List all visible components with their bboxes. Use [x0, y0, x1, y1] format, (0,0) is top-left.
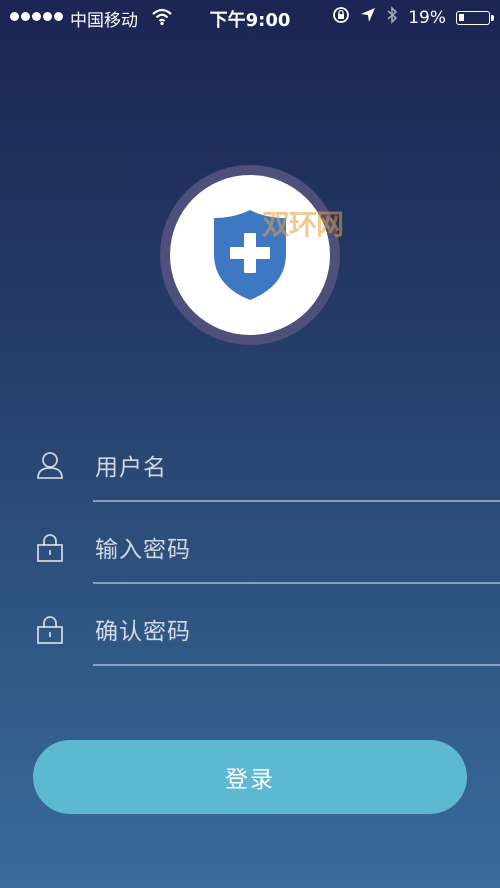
- orientation-lock-icon: [332, 6, 350, 29]
- watermark-logo: 双环网: [262, 208, 344, 241]
- username-field[interactable]: 用户名: [0, 432, 500, 514]
- status-bar: 中国移动 下午9:00 19%: [0, 0, 500, 34]
- confirm-password-field[interactable]: 确认密码: [0, 596, 500, 678]
- confirm-password-placeholder[interactable]: 确认密码: [95, 612, 191, 646]
- logo-circle: [170, 175, 330, 335]
- app-logo: [160, 165, 340, 345]
- password-placeholder[interactable]: 输入密码: [95, 530, 191, 564]
- battery-level-fill: [459, 13, 464, 21]
- location-icon: [360, 7, 376, 28]
- status-right-group: 19%: [332, 6, 494, 29]
- battery-percent: 19%: [408, 7, 446, 28]
- user-icon: [36, 450, 64, 480]
- password-underline: [93, 582, 500, 584]
- password-field[interactable]: 输入密码: [0, 514, 500, 596]
- login-button[interactable]: 登录: [33, 740, 467, 814]
- confirm-password-underline: [93, 664, 500, 666]
- lock-icon: [36, 614, 64, 644]
- bluetooth-icon: [386, 6, 398, 29]
- battery-icon: [456, 10, 494, 25]
- username-underline: [93, 500, 500, 502]
- username-placeholder[interactable]: 用户名: [95, 448, 167, 482]
- lock-icon: [36, 532, 64, 562]
